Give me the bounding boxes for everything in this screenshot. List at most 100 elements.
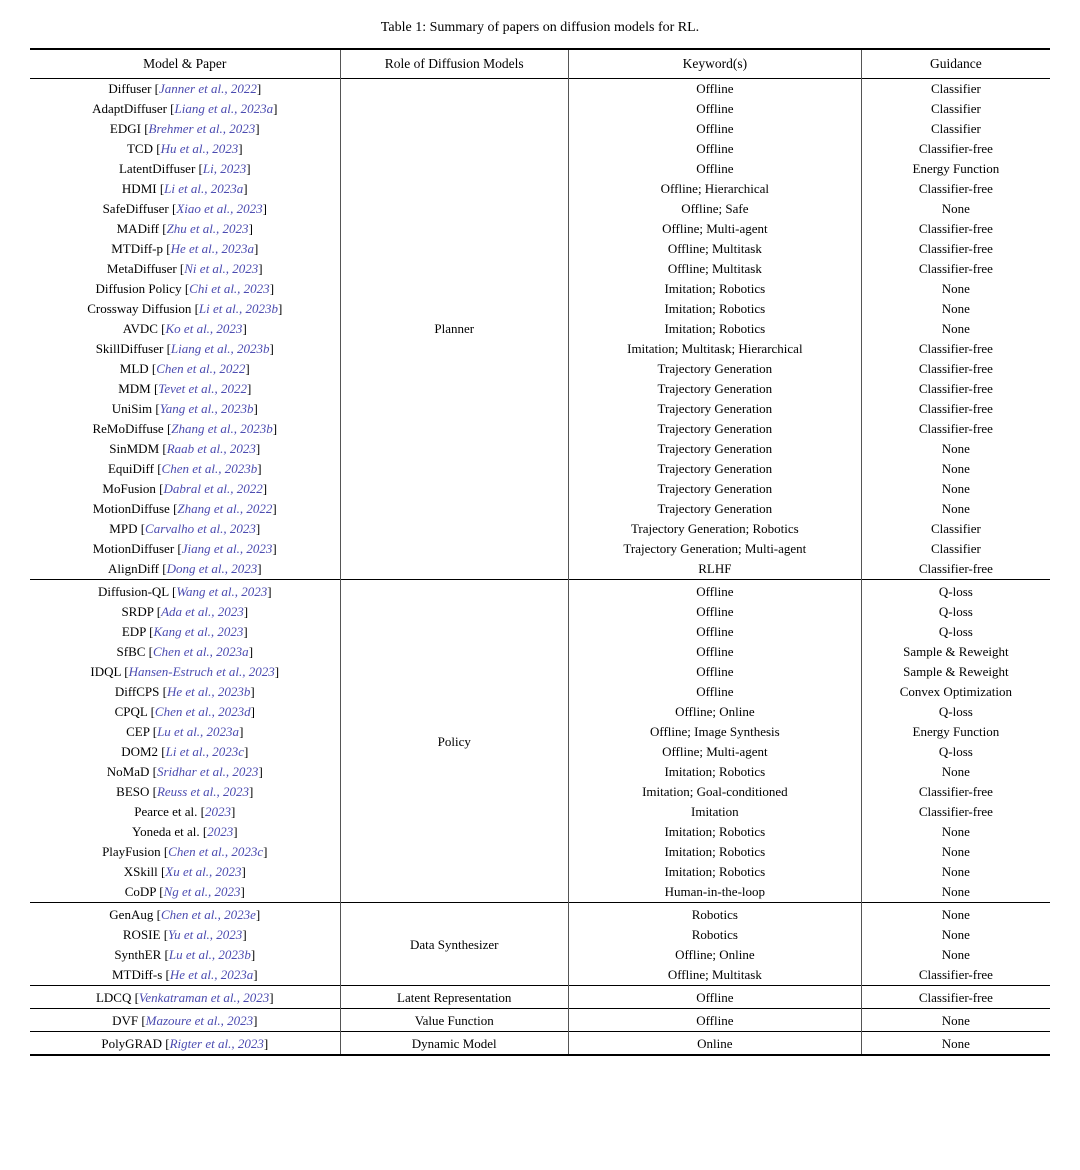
cell-keyword: Offline xyxy=(568,580,861,603)
table-row: LDCQ [Venkatraman et al., 2023]Latent Re… xyxy=(30,986,1050,1009)
cell-model: HDMI [Li et al., 2023a] xyxy=(30,179,340,199)
cell-model: SynthER [Lu et al., 2023b] xyxy=(30,945,340,965)
cell-keyword: RLHF xyxy=(568,559,861,580)
cell-model: EDGI [Brehmer et al., 2023] xyxy=(30,119,340,139)
cell-model: XSkill [Xu et al., 2023] xyxy=(30,862,340,882)
cell-keyword: Imitation; Robotics xyxy=(568,842,861,862)
cell-role: Data Synthesizer xyxy=(340,903,568,986)
header-guidance: Guidance xyxy=(861,49,1050,79)
cell-keyword: Imitation; Robotics xyxy=(568,862,861,882)
cell-model: DiffCPS [He et al., 2023b] xyxy=(30,682,340,702)
cell-keyword: Offline; Hierarchical xyxy=(568,179,861,199)
cell-guidance: None xyxy=(861,459,1050,479)
cell-keyword: Offline; Online xyxy=(568,702,861,722)
cell-guidance: None xyxy=(861,499,1050,519)
cell-guidance: None xyxy=(861,199,1050,219)
cell-model: SafeDiffuser [Xiao et al., 2023] xyxy=(30,199,340,219)
cell-model: BESO [Reuss et al., 2023] xyxy=(30,782,340,802)
cell-model: DVF [Mazoure et al., 2023] xyxy=(30,1009,340,1032)
table-header-row: Model & Paper Role of Diffusion Models K… xyxy=(30,49,1050,79)
cell-guidance: Q-loss xyxy=(861,702,1050,722)
cell-keyword: Offline; Image Synthesis xyxy=(568,722,861,742)
cell-keyword: Offline; Multi-agent xyxy=(568,219,861,239)
cell-model: Diffuser [Janner et al., 2022] xyxy=(30,79,340,100)
cell-keyword: Offline xyxy=(568,602,861,622)
cell-guidance: None xyxy=(861,319,1050,339)
cell-model: PolyGRAD [Rigter et al., 2023] xyxy=(30,1032,340,1056)
cell-model: Yoneda et al. [2023] xyxy=(30,822,340,842)
cell-guidance: None xyxy=(861,1032,1050,1056)
cell-keyword: Offline xyxy=(568,622,861,642)
cell-keyword: Trajectory Generation; Robotics xyxy=(568,519,861,539)
cell-model: LDCQ [Venkatraman et al., 2023] xyxy=(30,986,340,1009)
header-role: Role of Diffusion Models xyxy=(340,49,568,79)
cell-model: AdaptDiffuser [Liang et al., 2023a] xyxy=(30,99,340,119)
header-keyword: Keyword(s) xyxy=(568,49,861,79)
cell-keyword: Offline xyxy=(568,159,861,179)
cell-model: LatentDiffuser [Li, 2023] xyxy=(30,159,340,179)
cell-guidance: None xyxy=(861,762,1050,782)
cell-model: Pearce et al. [2023] xyxy=(30,802,340,822)
cell-guidance: Classifier xyxy=(861,99,1050,119)
cell-model: MDM [Tevet et al., 2022] xyxy=(30,379,340,399)
cell-guidance: None xyxy=(861,479,1050,499)
table-row: PolyGRAD [Rigter et al., 2023]Dynamic Mo… xyxy=(30,1032,1050,1056)
cell-guidance: Classifier-free xyxy=(861,399,1050,419)
cell-keyword: Trajectory Generation xyxy=(568,419,861,439)
cell-keyword: Imitation; Robotics xyxy=(568,299,861,319)
cell-guidance: None xyxy=(861,842,1050,862)
cell-keyword: Robotics xyxy=(568,925,861,945)
cell-guidance: Classifier-free xyxy=(861,219,1050,239)
cell-keyword: Offline; Safe xyxy=(568,199,861,219)
cell-model: PlayFusion [Chen et al., 2023c] xyxy=(30,842,340,862)
cell-guidance: Classifier-free xyxy=(861,782,1050,802)
cell-keyword: Imitation xyxy=(568,802,861,822)
cell-keyword: Human-in-the-loop xyxy=(568,882,861,903)
cell-guidance: Energy Function xyxy=(861,159,1050,179)
cell-guidance: Classifier-free xyxy=(861,359,1050,379)
cell-guidance: Classifier xyxy=(861,519,1050,539)
cell-keyword: Offline; Multitask xyxy=(568,259,861,279)
cell-model: CoDP [Ng et al., 2023] xyxy=(30,882,340,903)
cell-model: SRDP [Ada et al., 2023] xyxy=(30,602,340,622)
cell-guidance: Classifier-free xyxy=(861,559,1050,580)
cell-guidance: Q-loss xyxy=(861,742,1050,762)
cell-model: MTDiff-s [He et al., 2023a] xyxy=(30,965,340,986)
cell-keyword: Offline xyxy=(568,662,861,682)
cell-model: CEP [Lu et al., 2023a] xyxy=(30,722,340,742)
cell-guidance: None xyxy=(861,903,1050,926)
cell-model: UniSim [Yang et al., 2023b] xyxy=(30,399,340,419)
cell-model: TCD [Hu et al., 2023] xyxy=(30,139,340,159)
cell-model: ROSIE [Yu et al., 2023] xyxy=(30,925,340,945)
cell-keyword: Trajectory Generation xyxy=(568,379,861,399)
cell-model: AlignDiff [Dong et al., 2023] xyxy=(30,559,340,580)
cell-keyword: Imitation; Robotics xyxy=(568,822,861,842)
cell-guidance: Q-loss xyxy=(861,602,1050,622)
cell-model: NoMaD [Sridhar et al., 2023] xyxy=(30,762,340,782)
cell-model: MADiff [Zhu et al., 2023] xyxy=(30,219,340,239)
cell-keyword: Offline; Multitask xyxy=(568,239,861,259)
cell-guidance: Classifier-free xyxy=(861,139,1050,159)
cell-guidance: Q-loss xyxy=(861,622,1050,642)
cell-guidance: Classifier-free xyxy=(861,379,1050,399)
header-model: Model & Paper xyxy=(30,49,340,79)
cell-keyword: Robotics xyxy=(568,903,861,926)
cell-keyword: Trajectory Generation xyxy=(568,359,861,379)
cell-keyword: Offline; Online xyxy=(568,945,861,965)
cell-model: IDQL [Hansen-Estruch et al., 2023] xyxy=(30,662,340,682)
cell-keyword: Imitation; Goal-conditioned xyxy=(568,782,861,802)
cell-model: MPD [Carvalho et al., 2023] xyxy=(30,519,340,539)
cell-keyword: Offline xyxy=(568,79,861,100)
cell-model: SkillDiffuser [Liang et al., 2023b] xyxy=(30,339,340,359)
cell-model: GenAug [Chen et al., 2023e] xyxy=(30,903,340,926)
cell-keyword: Offline xyxy=(568,119,861,139)
cell-model: MTDiff-p [He et al., 2023a] xyxy=(30,239,340,259)
cell-keyword: Online xyxy=(568,1032,861,1056)
cell-guidance: None xyxy=(861,862,1050,882)
cell-model: EquiDiff [Chen et al., 2023b] xyxy=(30,459,340,479)
main-table: Model & Paper Role of Diffusion Models K… xyxy=(30,48,1050,1056)
cell-model: CPQL [Chen et al., 2023d] xyxy=(30,702,340,722)
cell-model: ReMoDiffuse [Zhang et al., 2023b] xyxy=(30,419,340,439)
cell-model: AVDC [Ko et al., 2023] xyxy=(30,319,340,339)
cell-model: SfBC [Chen et al., 2023a] xyxy=(30,642,340,662)
